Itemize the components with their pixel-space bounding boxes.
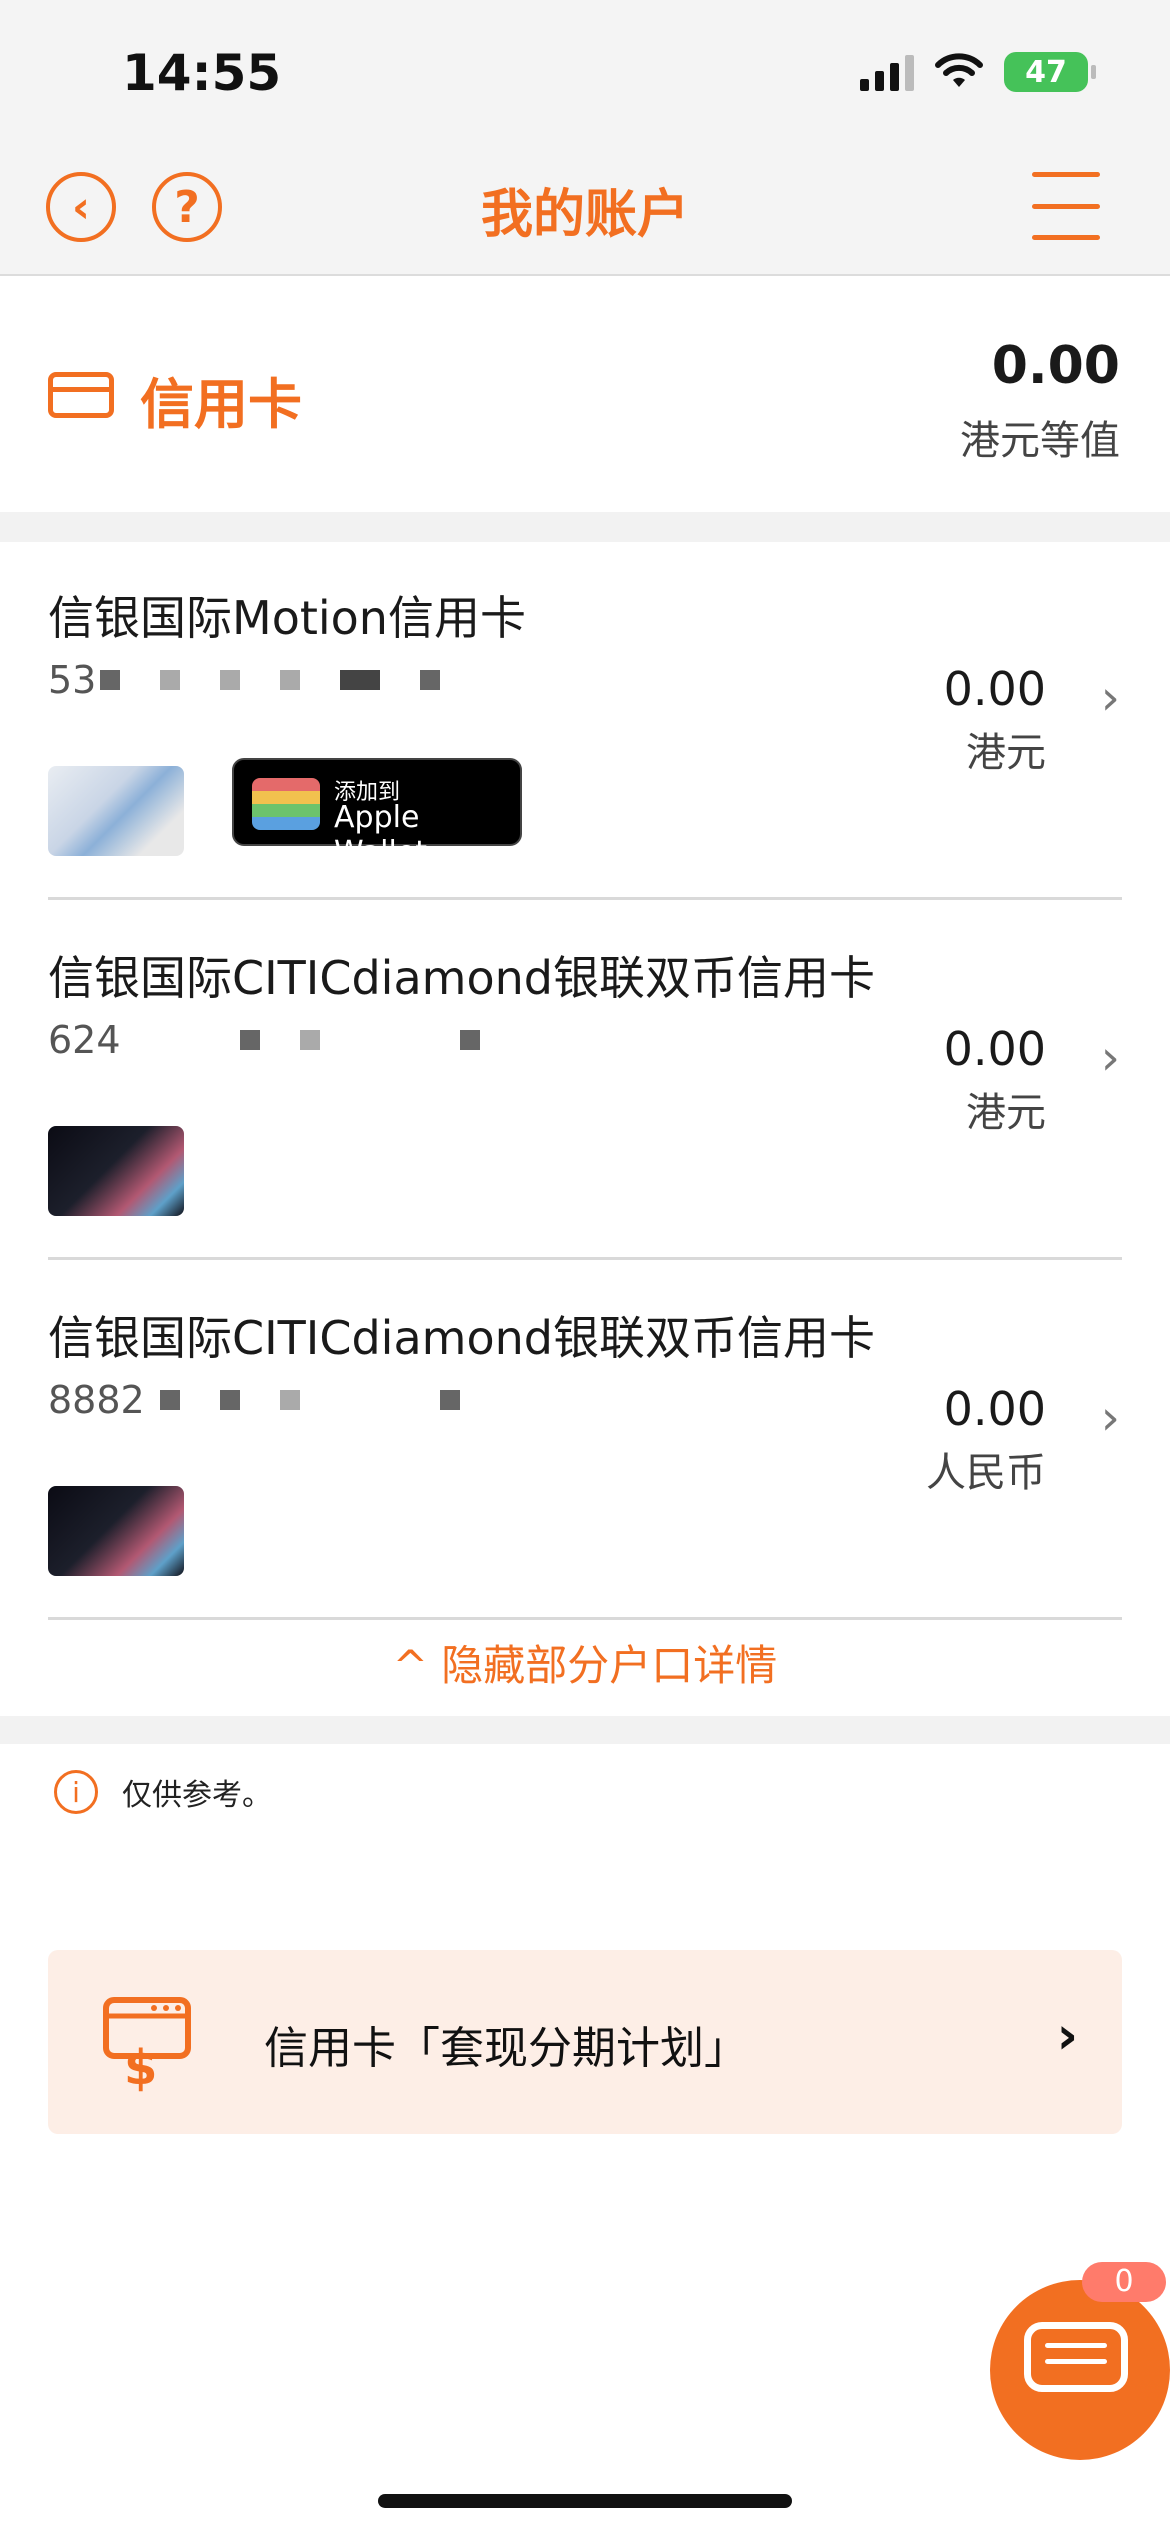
- hide-details-label: 隐藏部分户口详情: [441, 1641, 778, 1690]
- wallet-button-label: Apple Wallet: [334, 800, 428, 870]
- card-amount: 0.00: [943, 1022, 1046, 1076]
- summary-unit: 港元等值: [960, 418, 1120, 464]
- card-number-prefix: 8882: [48, 1378, 145, 1422]
- masked-number: [160, 1390, 460, 1410]
- card-row[interactable]: 信银国际CITICdiamond银联双币信用卡 624 0.00 港元 ›: [0, 900, 1170, 1260]
- chevron-right-icon: ›: [1100, 670, 1120, 726]
- hide-details-toggle[interactable]: ^ 隐藏部分户口详情: [0, 1616, 1170, 1716]
- disclaimer-text: 仅供参考。: [122, 1778, 272, 1813]
- card-number-prefix: 53: [48, 658, 97, 702]
- instalment-plan-banner[interactable]: $ 信用卡「套现分期计划」 ›: [48, 1950, 1122, 2134]
- disclaimer-note: i 仅供参考。: [54, 1770, 272, 1814]
- card-name: 信银国际CITICdiamond银联双币信用卡: [48, 951, 875, 1005]
- card-row[interactable]: 信银国际Motion信用卡 53 0.00 港元 › 添加到 Apple Wal…: [0, 540, 1170, 900]
- section-divider: [0, 512, 1170, 542]
- section-divider: [0, 1716, 1170, 1744]
- card-row[interactable]: 信银国际CITICdiamond银联双币信用卡 8882 0.00 人民币 ›: [0, 1260, 1170, 1620]
- card-unit: 人民币: [926, 1450, 1046, 1496]
- wallet-icon: [252, 778, 320, 830]
- home-indicator: [378, 2494, 792, 2508]
- promo-label: 信用卡「套现分期计划」: [264, 2023, 748, 2074]
- menu-icon[interactable]: [1032, 172, 1100, 240]
- summary-label: 信用卡: [140, 373, 302, 436]
- card-unit: 港元: [966, 730, 1046, 776]
- chat-badge: 0: [1082, 2262, 1166, 2302]
- chevron-right-icon: ›: [1100, 1030, 1120, 1086]
- chat-button[interactable]: [990, 2280, 1170, 2460]
- masked-number: [100, 670, 440, 690]
- battery-icon: 47: [1004, 52, 1096, 92]
- card-thumbnail: [48, 1126, 184, 1216]
- status-time: 14:55: [122, 44, 282, 102]
- card-number-prefix: 624: [48, 1018, 121, 1062]
- svg-text:$: $: [124, 2040, 157, 2092]
- card-amount: 0.00: [943, 662, 1046, 716]
- card-amount: 0.00: [943, 1382, 1046, 1436]
- status-icons: 47: [860, 52, 1096, 92]
- credit-card-icon: [48, 372, 114, 418]
- masked-number: [240, 1030, 480, 1050]
- chevron-right-icon: ›: [1100, 1390, 1120, 1446]
- card-unit: 港元: [966, 1090, 1046, 1136]
- add-to-apple-wallet-button[interactable]: 添加到 Apple Wallet: [232, 758, 522, 870]
- chat-icon: [1024, 2322, 1128, 2392]
- credit-card-summary: 信用卡 0.00 港元等值: [0, 276, 1170, 512]
- top-bar: 14:55 47 ‹ ? 我的账户: [0, 0, 1170, 276]
- cash-instalment-icon: $: [103, 1997, 191, 2092]
- card-name: 信银国际Motion信用卡: [48, 591, 526, 645]
- cellular-signal-icon: [860, 53, 914, 91]
- card-thumbnail: [48, 766, 184, 856]
- page-title: 我的账户: [480, 185, 689, 245]
- summary-amount: 0.00: [991, 336, 1120, 396]
- info-icon: i: [54, 1770, 98, 1814]
- battery-level: 47: [1025, 54, 1067, 90]
- wifi-icon: [935, 53, 983, 87]
- chevron-up-icon: ^: [392, 1641, 442, 1690]
- card-name: 信银国际CITICdiamond银联双币信用卡: [48, 1311, 875, 1365]
- card-thumbnail: [48, 1486, 184, 1576]
- chevron-right-icon: ›: [1056, 2006, 1078, 2066]
